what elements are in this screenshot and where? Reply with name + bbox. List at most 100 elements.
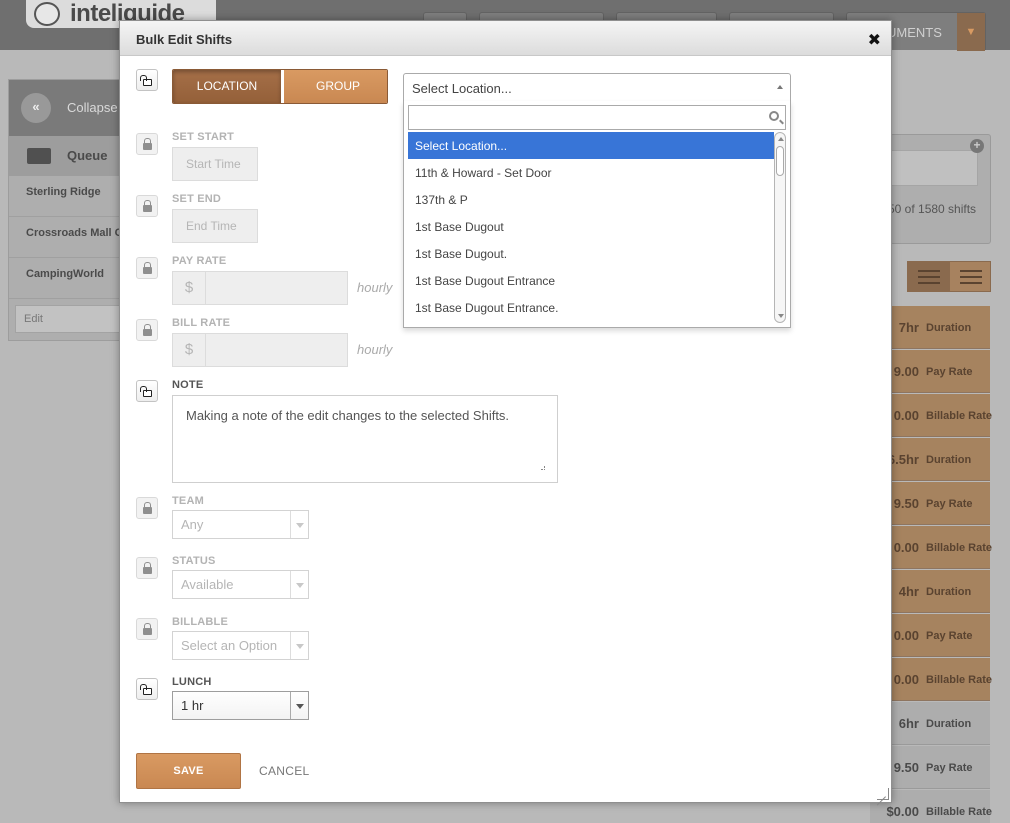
lock-icon[interactable] xyxy=(136,319,158,341)
billable-select[interactable]: Select an Option xyxy=(172,631,309,660)
save-button[interactable]: SAVE xyxy=(136,753,241,789)
chevron-down-icon[interactable]: ▼ xyxy=(957,13,985,51)
metric-unit: Pay Rate xyxy=(926,498,973,510)
scroll-up-icon[interactable] xyxy=(778,137,784,141)
lunch-select[interactable]: 1 hr xyxy=(172,691,309,720)
lock-icon[interactable] xyxy=(136,618,158,640)
location-search-input[interactable] xyxy=(408,105,786,130)
detail-view-button[interactable] xyxy=(949,261,991,292)
list-view-button[interactable] xyxy=(907,261,949,292)
resize-grip-icon[interactable] xyxy=(877,788,889,800)
dialog-title: Bulk Edit Shifts xyxy=(136,32,233,47)
chevron-down-icon xyxy=(290,571,308,598)
lock-icon[interactable] xyxy=(136,195,158,217)
metric-value: 6hr xyxy=(898,716,919,731)
scroll-down-icon[interactable] xyxy=(778,314,784,318)
metric-unit: Duration xyxy=(926,718,972,730)
lunch-label: LUNCH xyxy=(172,676,212,688)
metric-value: 7hr xyxy=(898,320,919,335)
metric-unit: Billable Rate xyxy=(926,674,993,686)
metric-value: 6.5hr xyxy=(887,452,919,467)
billable-label: BILLABLE xyxy=(172,616,228,628)
lock-icon[interactable] xyxy=(136,497,158,519)
unlock-icon[interactable] xyxy=(136,678,158,700)
queue-row[interactable]: Queue xyxy=(9,136,119,176)
lock-icon[interactable] xyxy=(136,557,158,579)
metric-value: 0.00 xyxy=(893,408,919,423)
note-text: Making a note of the edit changes to the… xyxy=(186,408,510,423)
search-icon xyxy=(769,111,779,121)
dropdown-scrollbar[interactable] xyxy=(774,132,786,323)
end-time-input[interactable]: End Time xyxy=(172,209,258,243)
edit-input[interactable]: Edit xyxy=(15,305,123,333)
metric-unit: Pay Rate xyxy=(926,762,973,774)
collapse-row: « Collapse xyxy=(9,80,119,136)
status-select[interactable]: Available xyxy=(172,570,309,599)
note-textarea[interactable]: Making a note of the edit changes to the… xyxy=(172,395,558,483)
summary-field[interactable] xyxy=(891,150,978,186)
chevron-down-icon xyxy=(290,511,308,538)
scroll-thumb[interactable] xyxy=(776,146,784,176)
pay-rate-label: PAY RATE xyxy=(172,255,227,267)
dollar-prefix: $ xyxy=(172,271,206,305)
location-option[interactable]: 137th & P xyxy=(408,186,774,213)
lock-icon[interactable] xyxy=(136,257,158,279)
resize-grip-icon[interactable] xyxy=(541,466,545,470)
lock-icon[interactable] xyxy=(136,133,158,155)
metric-value: 9.50 xyxy=(893,760,919,775)
chevron-down-icon xyxy=(290,692,308,719)
lunch-value: 1 hr xyxy=(181,698,204,713)
location-select-value: Select Location... xyxy=(412,81,512,96)
start-time-input[interactable]: Start Time xyxy=(172,147,258,181)
dialog-header: Bulk Edit Shifts ✖ xyxy=(120,21,891,56)
location-option[interactable]: 11th & Howard - Set Door xyxy=(408,159,774,186)
collapse-label: Collapse xyxy=(67,100,118,115)
group-tab-button[interactable]: GROUP xyxy=(284,70,387,103)
metric-unit: Billable Rate xyxy=(926,410,993,422)
location-option[interactable]: Select Location... xyxy=(408,132,774,159)
metric-unit: Duration xyxy=(926,454,972,466)
bill-rate-label: BILL RATE xyxy=(172,317,231,329)
set-end-label: SET END xyxy=(172,193,222,205)
status-label: STATUS xyxy=(172,555,216,567)
metric-value: 0.00 xyxy=(893,672,919,687)
pay-rate-suffix: hourly xyxy=(357,280,393,295)
billable-value: Select an Option xyxy=(181,638,278,653)
brain-logo-icon xyxy=(34,2,60,26)
team-value: Any xyxy=(181,517,204,532)
unlock-icon[interactable] xyxy=(136,380,158,402)
collapse-icon[interactable]: « xyxy=(21,93,51,123)
location-option[interactable]: 1st Base Dugout xyxy=(408,213,774,240)
list-icon xyxy=(918,270,940,284)
sidebar-item-site[interactable]: Crossroads Mall C xyxy=(9,217,119,258)
bulk-edit-dialog: Bulk Edit Shifts ✖ LOCATION GROUP SET ST… xyxy=(119,20,892,803)
metric-unit: Pay Rate xyxy=(926,366,973,378)
status-value: Available xyxy=(181,577,234,592)
sidebar-item-site[interactable]: CampingWorld xyxy=(9,258,119,299)
metric-value: 0.00 xyxy=(893,628,919,643)
inbox-icon xyxy=(27,148,51,164)
metric-value: 9.00 xyxy=(893,364,919,379)
close-icon[interactable]: ✖ xyxy=(868,30,881,50)
location-option[interactable]: 1st Base Dugout Entrance xyxy=(408,267,774,294)
dollar-prefix: $ xyxy=(172,333,206,367)
plus-icon[interactable]: + xyxy=(970,139,984,153)
note-label: NOTE xyxy=(172,379,204,391)
location-dropdown: Select Location... 11th & Howard - Set Do… xyxy=(403,101,791,328)
sidebar-item-site[interactable]: Sterling Ridge xyxy=(9,176,119,217)
metric-unit: Duration xyxy=(926,586,972,598)
team-select[interactable]: Any xyxy=(172,510,309,539)
bill-rate-input[interactable] xyxy=(205,333,348,367)
cancel-button[interactable]: CANCEL xyxy=(259,764,309,778)
chevron-down-icon xyxy=(290,632,308,659)
location-select[interactable]: Select Location... xyxy=(403,73,791,102)
team-label: TEAM xyxy=(172,495,204,507)
view-toggles xyxy=(907,261,991,292)
unlock-icon[interactable] xyxy=(136,69,158,91)
location-option[interactable]: 1st Base Dugout. xyxy=(408,240,774,267)
pay-rate-input[interactable] xyxy=(205,271,348,305)
nav-documents-label: UMENTS xyxy=(887,25,942,40)
location-option[interactable]: 1st Base Dugout Entrance. xyxy=(408,294,774,321)
location-tab-button[interactable]: LOCATION xyxy=(173,70,281,103)
metric-unit: Billable Rate xyxy=(926,806,993,818)
